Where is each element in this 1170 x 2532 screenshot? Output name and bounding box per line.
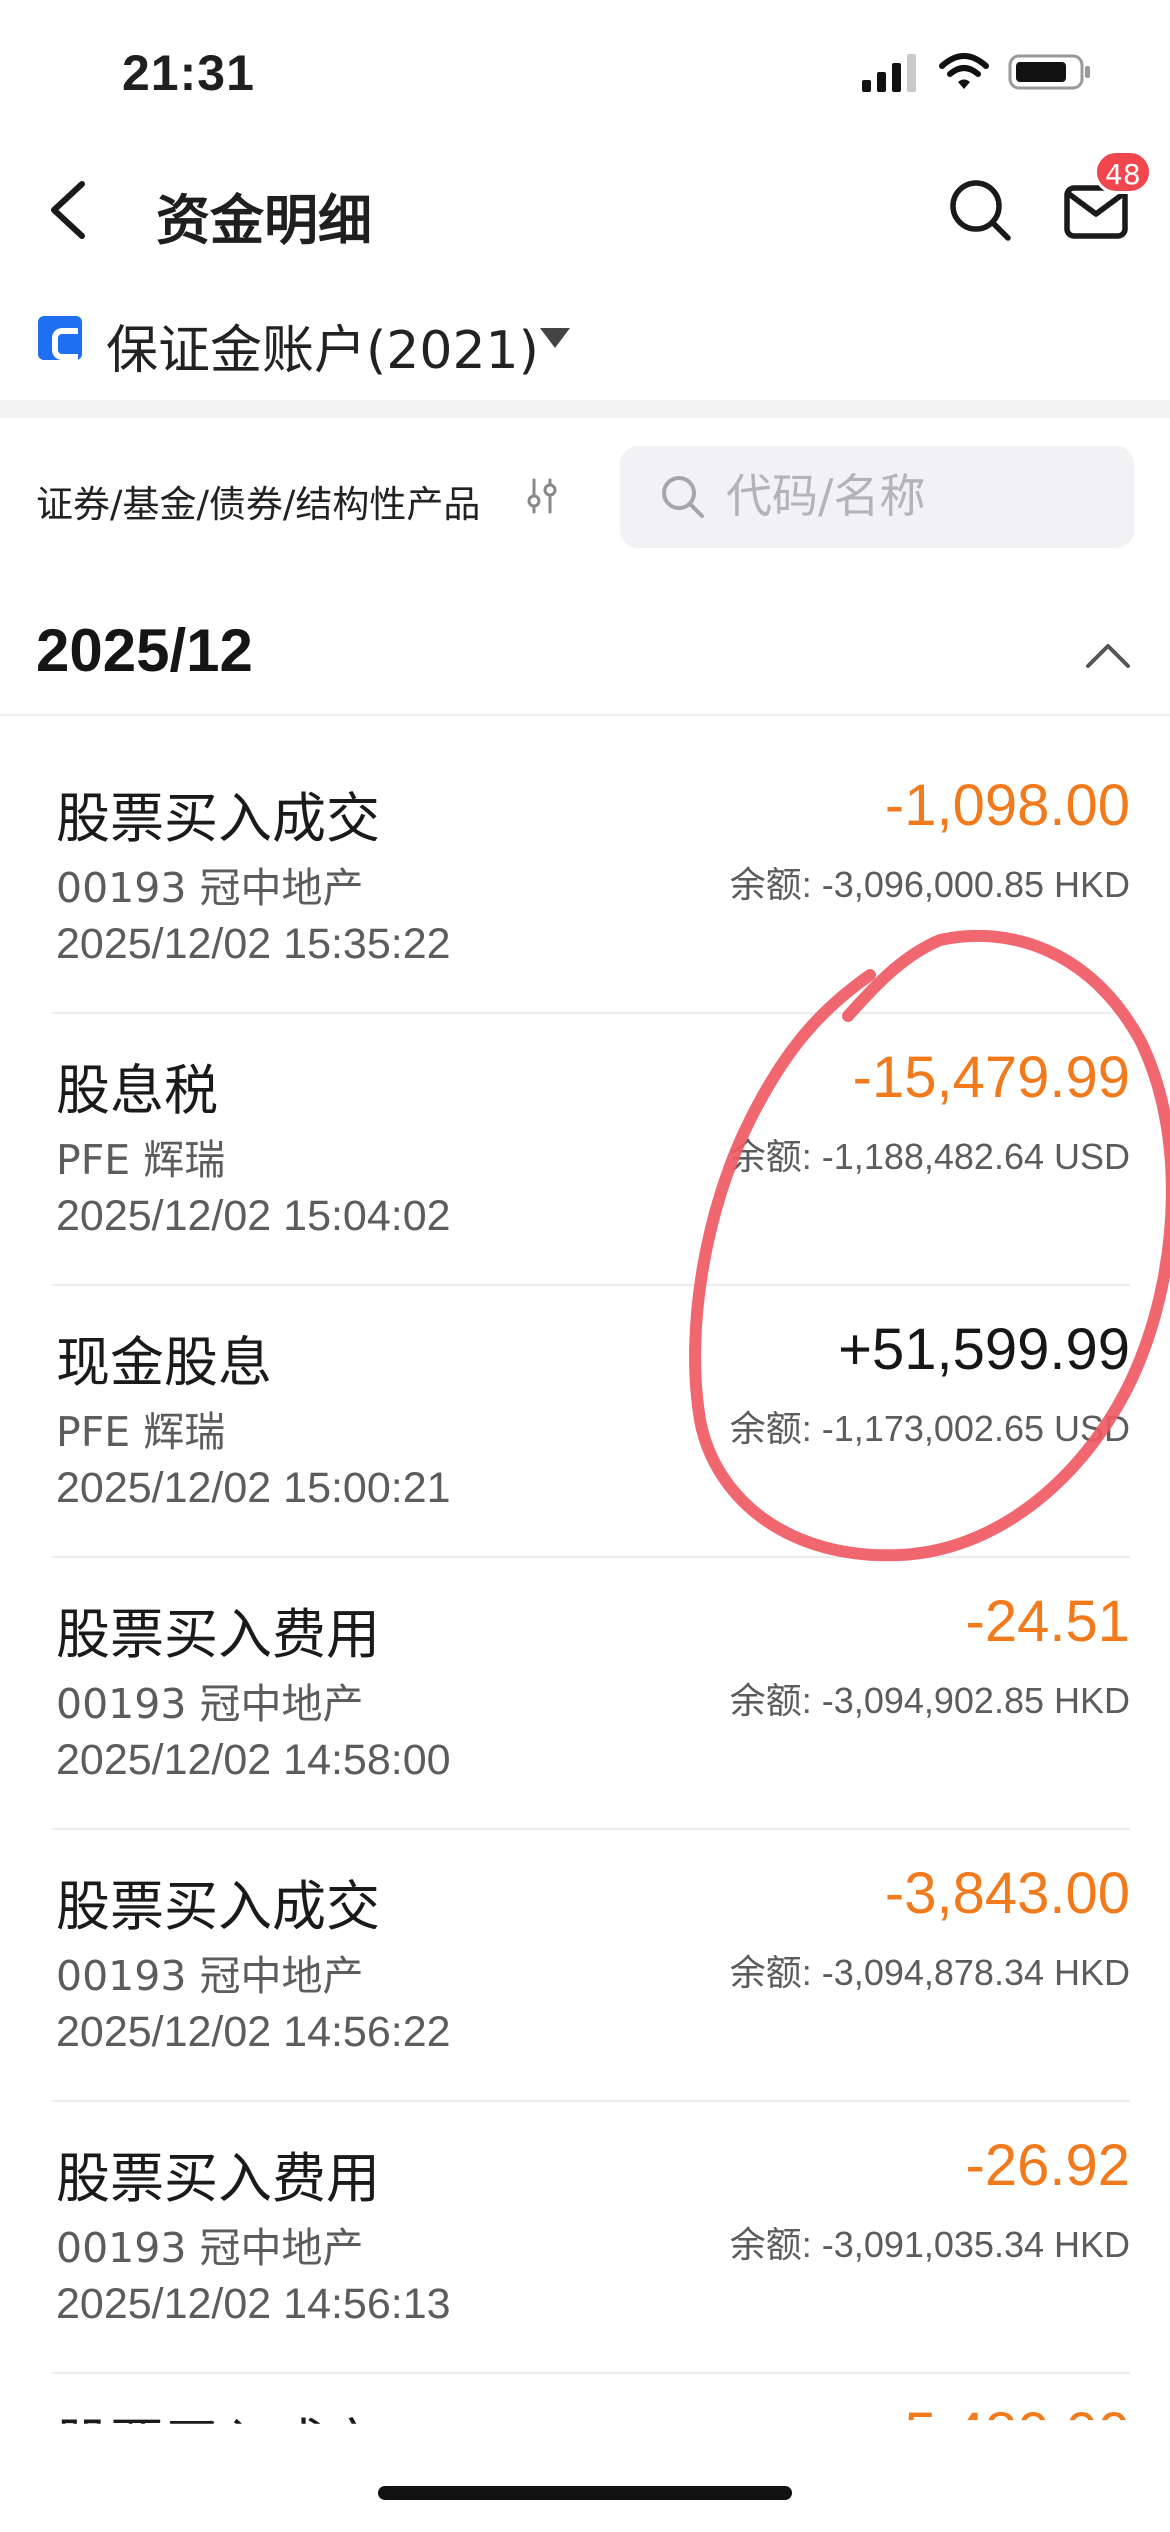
wifi-icon [939,53,989,89]
account-logo-icon [38,316,82,360]
search-button[interactable] [940,170,1020,250]
filter-icon[interactable] [522,476,562,516]
battery-icon [1008,54,1090,90]
balance-after: 余额: -3,091,035.34 HKD [729,2224,1130,2265]
security-name: PFE 辉瑞 [56,1136,226,1184]
month-header[interactable]: 2025/12 [0,596,1170,716]
list-item[interactable]: 现金股息 PFE 辉瑞 2025/12/02 15:00:21 +51,599.… [52,1286,1130,1558]
transaction-amount: +51,599.99 [838,1317,1130,1382]
balance-after: 余额: -3,096,000.85 HKD [729,864,1130,905]
transaction-amount: -3,843.00 [884,1861,1130,1926]
home-indicator[interactable] [378,2486,792,2500]
transaction-time: 2025/12/02 14:58:00 [56,1736,451,1784]
security-name: PFE 辉瑞 [56,1408,226,1456]
balance-after: 余额: -1,188,482.64 USD [729,1136,1130,1177]
status-bar: 21:31 [0,0,1170,150]
list-item[interactable]: 股息税 PFE 辉瑞 2025/12/02 15:04:02 -15,479.9… [52,1014,1130,1286]
search-input[interactable] [726,468,1106,524]
transaction-time: 2025/12/02 14:56:22 [56,2008,451,2056]
search-icon [950,180,1011,241]
transaction-type: 股票买入费用 [56,2147,380,2210]
status-time: 21:31 [122,45,255,101]
balance-after: 余额: -3,094,878.34 HKD [729,1952,1130,1993]
transaction-time: 2025/12/02 15:04:02 [56,1192,451,1240]
transaction-type: 现金股息 [56,1331,272,1394]
transaction-amount: -26.92 [965,2133,1130,2198]
list-item[interactable]: 股票买入成交 00193 冠中地产 2025/12/02 15:35:22 -1… [52,742,1130,1014]
bottom-safe-area [0,2428,1170,2532]
security-name: 00193 冠中地产 [56,864,364,912]
unread-badge: 48 [1094,150,1152,194]
transaction-type: 股票买入费用 [56,1603,380,1666]
security-name: 00193 冠中地产 [56,1680,364,1728]
section-divider [0,400,1170,418]
signal-icon [862,54,916,92]
security-name: 00193 冠中地产 [56,1952,364,2000]
security-type-filter[interactable]: 证券/基金/债券/结构性产品 [36,474,480,528]
balance-after: 余额: -3,094,902.85 HKD [729,1680,1130,1721]
account-name: 保证金账户(2021) [106,321,539,381]
page-title: 资金明细 [156,189,372,252]
account-selector[interactable]: 保证金账户(2021) [0,290,1170,390]
transaction-amount: -15,479.99 [852,1045,1130,1110]
balance-after: 余额: -1,173,002.65 USD [729,1408,1130,1449]
transaction-time: 2025/12/02 15:35:22 [56,920,451,968]
transaction-time: 2025/12/02 14:56:13 [56,2280,451,2328]
back-icon [51,181,85,239]
month-label: 2025/12 [36,617,253,684]
status-icons [860,52,1092,92]
filter-row: 证券/基金/债券/结构性产品 [0,440,1170,550]
search-field-icon [662,476,704,518]
transaction-amount: -1,098.00 [884,773,1130,838]
caret-down-icon [540,328,570,348]
transaction-type: 股票买入成交 [56,787,380,850]
nav-bar: 资金明细 [0,150,1170,270]
transaction-amount: -24.51 [965,1589,1130,1654]
transaction-type: 股票买入成交 [56,1875,380,1938]
transaction-time: 2025/12/02 15:00:21 [56,1464,451,1512]
list-item[interactable]: 股票买入成交 00193 冠中地产 2025/12/02 14:56:22 -3… [52,1830,1130,2102]
back-button[interactable] [30,172,106,248]
security-name: 00193 冠中地产 [56,2224,364,2272]
list-item[interactable]: 股票买入费用 00193 冠中地产 2025/12/02 14:58:00 -2… [52,1558,1130,1830]
transaction-type: 股息税 [56,1059,218,1122]
list-item[interactable]: 股票买入费用 00193 冠中地产 2025/12/02 14:56:13 -2… [52,2102,1130,2374]
chevron-up-icon[interactable] [1078,630,1138,680]
